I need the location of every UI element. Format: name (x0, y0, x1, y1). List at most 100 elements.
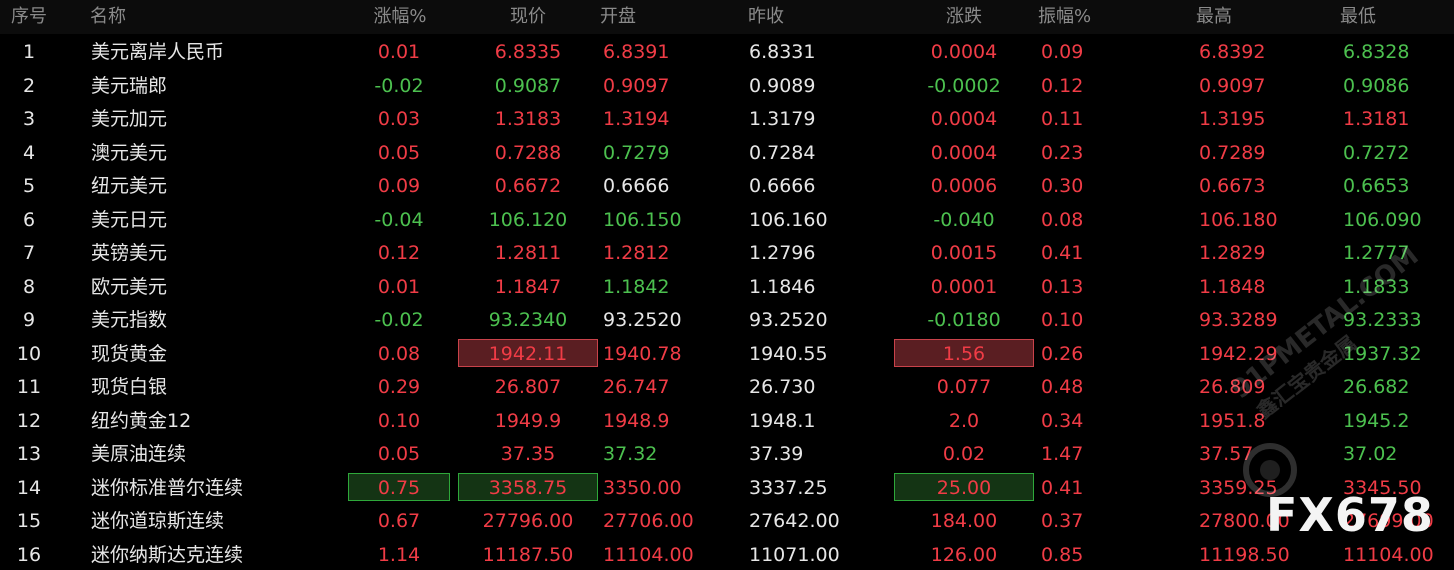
cell-change: 0.0015 (894, 238, 1034, 266)
cell-name: 美元指数 (90, 305, 340, 333)
table-row[interactable]: 15迷你道琼斯连续0.6727796.0027706.0027642.00184… (0, 503, 1454, 537)
table-row[interactable]: 2美元瑞郎-0.020.90870.90970.9089-0.00020.120… (0, 68, 1454, 102)
cell-high: 106.180 (1198, 205, 1318, 233)
cell-amp: 0.41 (1040, 473, 1120, 501)
cell-open: 37.32 (602, 439, 712, 467)
cell-prev: 26.730 (748, 372, 868, 400)
cell-change: -0.0002 (894, 71, 1034, 99)
cell-prev: 0.9089 (748, 71, 868, 99)
cell-price: 1.2811 (458, 238, 598, 266)
cell-chg-pct: 0.05 (348, 439, 450, 467)
cell-name: 迷你纳斯达克连续 (90, 540, 340, 568)
column-header[interactable]: 现价 (458, 5, 598, 29)
cell-high: 0.6673 (1198, 171, 1318, 199)
cell-no: 9 (0, 305, 58, 333)
column-header[interactable]: 昨收 (748, 5, 848, 29)
cell-change: 25.00 (894, 473, 1034, 501)
cell-chg-pct: 0.08 (348, 339, 450, 367)
cell-price: 11187.50 (458, 540, 598, 568)
table-row[interactable]: 10现货黄金0.081942.111940.781940.551.560.261… (0, 336, 1454, 370)
cell-chg-pct: -0.04 (348, 205, 450, 233)
cell-high: 1.2829 (1198, 238, 1318, 266)
cell-chg-pct: 0.10 (348, 406, 450, 434)
column-header[interactable]: 涨跌 (894, 5, 1034, 29)
table-row[interactable]: 12纽约黄金120.101949.91948.91948.12.00.34195… (0, 403, 1454, 437)
cell-price: 0.9087 (458, 71, 598, 99)
cell-amp: 0.11 (1040, 104, 1120, 132)
cell-prev: 27642.00 (748, 506, 868, 534)
cell-amp: 0.23 (1040, 138, 1120, 166)
cell-price: 93.2340 (458, 305, 598, 333)
cell-low: 1.3181 (1342, 104, 1452, 132)
cell-price: 0.6672 (458, 171, 598, 199)
column-header[interactable]: 名称 (90, 5, 200, 29)
cell-prev: 106.160 (748, 205, 868, 233)
cell-no: 14 (0, 473, 58, 501)
cell-amp: 0.48 (1040, 372, 1120, 400)
cell-amp: 0.37 (1040, 506, 1120, 534)
cell-no: 12 (0, 406, 58, 434)
cell-name: 欧元美元 (90, 272, 340, 300)
cell-chg-pct: 0.29 (348, 372, 450, 400)
watermark-brand: FX678 (1266, 488, 1434, 542)
cell-change: 0.0004 (894, 138, 1034, 166)
cell-price: 3358.75 (458, 473, 598, 501)
table-row[interactable]: 3美元加元0.031.31831.31941.31790.00040.111.3… (0, 101, 1454, 135)
cell-high: 0.7289 (1198, 138, 1318, 166)
column-header[interactable]: 开盘 (600, 5, 700, 29)
cell-price: 1949.9 (458, 406, 598, 434)
cell-price: 1942.11 (458, 339, 598, 367)
cell-low: 11104.00 (1342, 540, 1452, 568)
table-row[interactable]: 7英镑美元0.121.28111.28121.27960.00150.411.2… (0, 235, 1454, 269)
table-row[interactable]: 5纽元美元0.090.66720.66660.66660.00060.300.6… (0, 168, 1454, 202)
table-row[interactable]: 6美元日元-0.04106.120106.150106.160-0.0400.0… (0, 202, 1454, 236)
cell-no: 11 (0, 372, 58, 400)
cell-low: 106.090 (1342, 205, 1452, 233)
cell-chg-pct: 0.01 (348, 37, 450, 65)
cell-prev: 11071.00 (748, 540, 868, 568)
cell-name: 现货黄金 (90, 339, 340, 367)
cell-open: 1.1842 (602, 272, 712, 300)
cell-open: 0.9097 (602, 71, 712, 99)
cell-low: 0.7272 (1342, 138, 1452, 166)
table-row[interactable]: 14迷你标准普尔连续0.753358.753350.003337.2525.00… (0, 470, 1454, 504)
table-row[interactable]: 9美元指数-0.0293.234093.252093.2520-0.01800.… (0, 302, 1454, 336)
cell-no: 7 (0, 238, 58, 266)
cell-change: 126.00 (894, 540, 1034, 568)
table-row[interactable]: 4澳元美元0.050.72880.72790.72840.00040.230.7… (0, 135, 1454, 169)
cell-change: 0.0004 (894, 104, 1034, 132)
cell-name: 现货白银 (90, 372, 340, 400)
column-header[interactable]: 序号 (0, 5, 58, 29)
column-header[interactable]: 涨幅% (340, 5, 460, 29)
cell-low: 6.8328 (1342, 37, 1452, 65)
cell-price: 0.7288 (458, 138, 598, 166)
cell-amp: 0.12 (1040, 71, 1120, 99)
cell-high: 1.1848 (1198, 272, 1318, 300)
cell-chg-pct: 0.03 (348, 104, 450, 132)
cell-prev: 1940.55 (748, 339, 868, 367)
column-header[interactable]: 振幅% (1038, 5, 1138, 29)
cell-open: 1.3194 (602, 104, 712, 132)
cell-amp: 0.13 (1040, 272, 1120, 300)
table-row[interactable]: 16迷你纳斯达克连续1.1411187.5011104.0011071.0012… (0, 537, 1454, 570)
cell-change: 0.0004 (894, 37, 1034, 65)
cell-name: 美元瑞郎 (90, 71, 340, 99)
cell-amp: 0.85 (1040, 540, 1120, 568)
cell-open: 0.6666 (602, 171, 712, 199)
cell-prev: 0.7284 (748, 138, 868, 166)
cell-prev: 0.6666 (748, 171, 868, 199)
cell-price: 1.1847 (458, 272, 598, 300)
cell-name: 美元离岸人民币 (90, 37, 340, 65)
column-header[interactable]: 最低 (1340, 5, 1440, 29)
cell-prev: 1.1846 (748, 272, 868, 300)
cell-change: 2.0 (894, 406, 1034, 434)
cell-change: 0.0006 (894, 171, 1034, 199)
cell-price: 27796.00 (458, 506, 598, 534)
column-header[interactable]: 最高 (1196, 5, 1296, 29)
table-row[interactable]: 8欧元美元0.011.18471.18421.18460.00010.131.1… (0, 269, 1454, 303)
table-row[interactable]: 13美原油连续0.0537.3537.3237.390.021.4737.573… (0, 436, 1454, 470)
cell-prev: 93.2520 (748, 305, 868, 333)
cell-no: 2 (0, 71, 58, 99)
table-row[interactable]: 1美元离岸人民币0.016.83356.83916.83310.00040.09… (0, 34, 1454, 68)
cell-low: 37.02 (1342, 439, 1452, 467)
